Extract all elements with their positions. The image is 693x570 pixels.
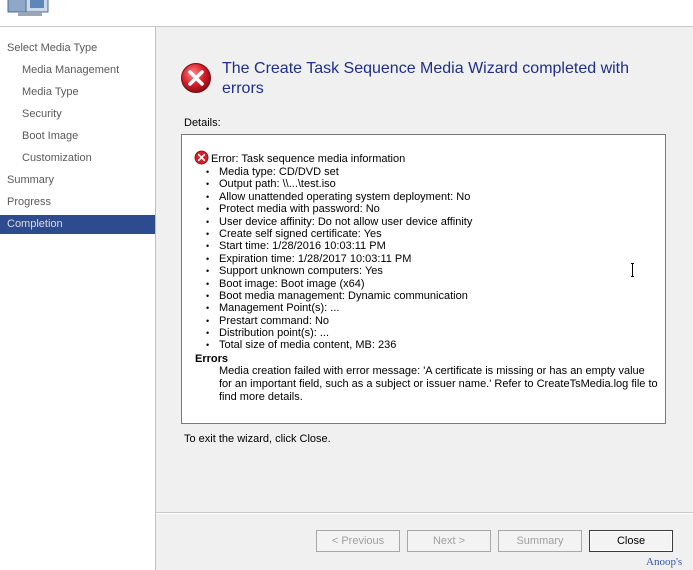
error-small-icon [194, 150, 209, 165]
list-item: Boot media management: Dynamic communica… [206, 290, 472, 303]
details-label: Details: [184, 117, 221, 129]
error-icon [181, 63, 211, 93]
list-item: Expiration time: 1/28/2017 10:03:11 PM [206, 253, 472, 266]
sidebar-item-completion[interactable]: Completion [0, 215, 155, 234]
sidebar-item-security[interactable]: Security [0, 105, 155, 124]
exit-instructions: To exit the wizard, click Close. [184, 433, 331, 445]
wizard-header [0, 0, 693, 27]
details-textbox[interactable]: Error: Task sequence media information M… [181, 134, 666, 424]
sidebar-item-boot-image[interactable]: Boot Image [0, 127, 155, 146]
footer-divider [156, 512, 693, 514]
error-summary-line: Error: Task sequence media information [194, 150, 405, 165]
sidebar-item-media-type[interactable]: Media Type [0, 83, 155, 102]
list-item: Media type: CD/DVD set [206, 166, 472, 179]
sidebar-item-summary[interactable]: Summary [0, 171, 155, 190]
sidebar-item-select-media-type[interactable]: Select Media Type [0, 39, 155, 58]
list-item: Create self signed certificate: Yes [206, 228, 472, 241]
close-button[interactable]: Close [589, 530, 673, 552]
list-item: User device affinity: Do not allow user … [206, 216, 472, 229]
sidebar-item-progress[interactable]: Progress [0, 193, 155, 212]
list-item: Management Point(s): ... [206, 302, 472, 315]
list-item: Distribution point(s): ... [206, 327, 472, 340]
list-item: Allow unattended operating system deploy… [206, 191, 472, 204]
wizard-steps-sidebar: Select Media Type Media Management Media… [0, 27, 156, 570]
sidebar-item-customization[interactable]: Customization [0, 149, 155, 168]
details-list: Media type: CD/DVD set Output path: \\..… [206, 166, 472, 352]
next-button[interactable]: Next > [407, 530, 491, 552]
computer-wizard-icon [7, 0, 49, 16]
list-item: Boot image: Boot image (x64) [206, 278, 472, 291]
list-item: Protect media with password: No [206, 203, 472, 216]
error-header-text: Error: Task sequence media information [211, 153, 406, 165]
errors-message: Media creation failed with error message… [219, 365, 658, 403]
list-item: Support unknown computers: Yes [206, 265, 472, 278]
previous-button[interactable]: < Previous [316, 530, 400, 552]
errors-heading: Errors [195, 353, 229, 365]
sidebar-item-media-management[interactable]: Media Management [0, 61, 155, 80]
summary-button[interactable]: Summary [498, 530, 582, 552]
list-item: Prestart command: No [206, 315, 472, 328]
page-title: The Create Task Sequence Media Wizard co… [222, 60, 630, 97]
list-item: Start time: 1/28/2016 10:03:11 PM [206, 240, 472, 253]
text-cursor-icon [631, 263, 634, 277]
watermark-text: Anoop's [646, 556, 683, 568]
list-item: Total size of media content, MB: 236 [206, 339, 472, 352]
list-item: Output path: \\...\test.iso [206, 178, 472, 191]
